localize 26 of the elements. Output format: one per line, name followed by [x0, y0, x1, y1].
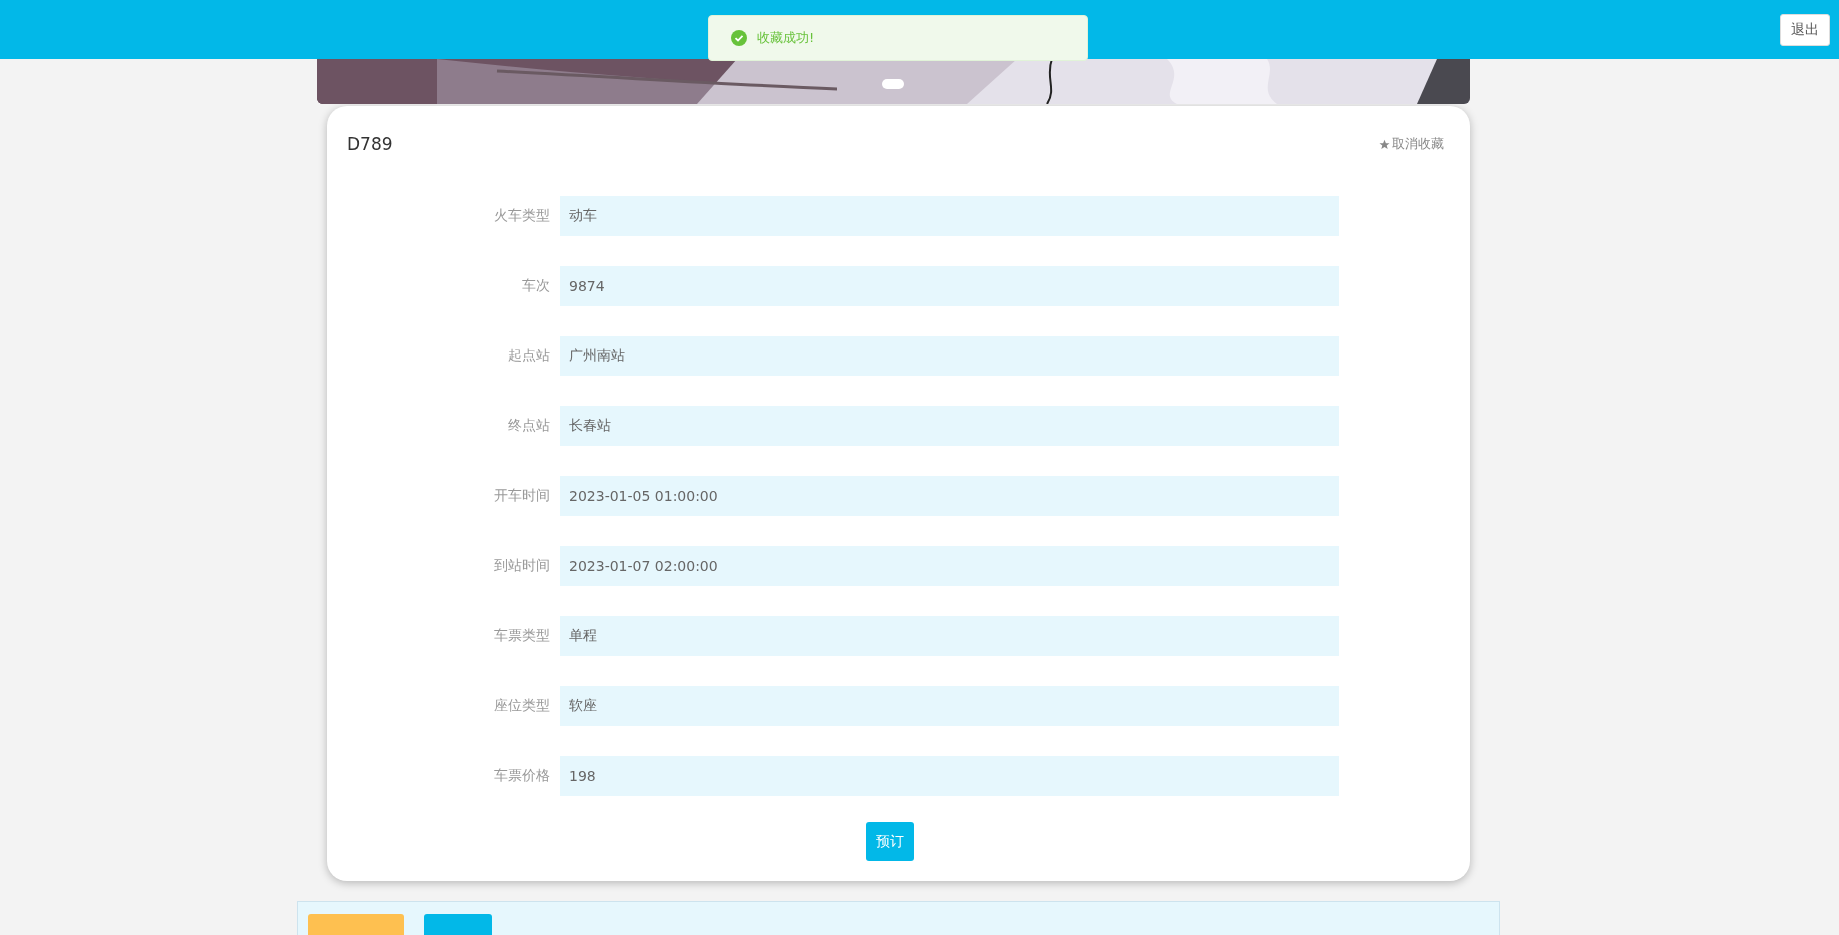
logout-button[interactable]: 退出 — [1780, 13, 1830, 46]
field-label: 车次 — [521, 277, 550, 295]
value-field[interactable]: 软座 — [560, 686, 1339, 726]
field-label: 火车类型 — [493, 207, 550, 225]
value-field[interactable]: 长春站 — [560, 406, 1339, 446]
tab-button[interactable] — [308, 914, 404, 935]
tab-button[interactable] — [424, 914, 492, 935]
value-field[interactable]: 单程 — [560, 616, 1339, 656]
unfavorite-link[interactable]: 取消收藏 — [1379, 135, 1444, 153]
field-label: 座位类型 — [493, 697, 550, 715]
value-field[interactable]: 动车 — [560, 196, 1339, 236]
value-field[interactable]: 2023-01-07 02:00:00 — [560, 546, 1339, 586]
field-label: 到站时间 — [493, 557, 550, 575]
field-label: 起点站 — [507, 347, 550, 365]
check-icon — [731, 30, 747, 46]
toast-text: 收藏成功! — [757, 29, 815, 47]
value-field[interactable]: 2023-01-05 01:00:00 — [560, 476, 1339, 516]
value-field[interactable]: 9874 — [560, 266, 1339, 306]
value-field[interactable]: 198 — [560, 756, 1339, 796]
field-label: 开车时间 — [493, 487, 550, 505]
field-label: 终点站 — [507, 417, 550, 435]
field-label: 车票类型 — [493, 627, 550, 645]
field-label: 车票价格 — [493, 767, 550, 785]
train-title: D789 — [347, 134, 393, 154]
star-icon — [1379, 138, 1390, 150]
value-field[interactable]: 广州南站 — [560, 336, 1339, 376]
